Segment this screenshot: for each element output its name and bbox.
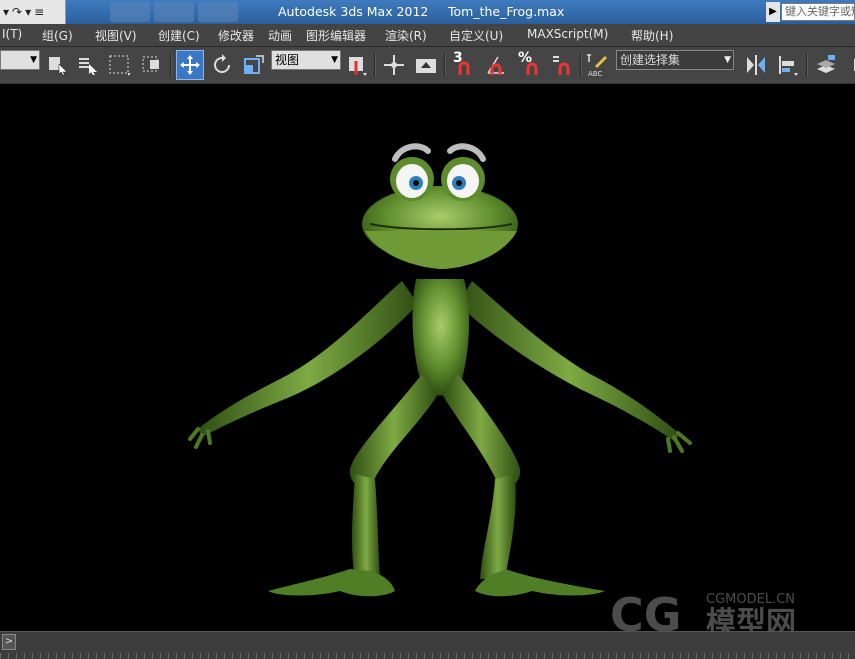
menu-animation[interactable]: 动画 [268,27,292,44]
select-and-rotate-button[interactable] [208,50,236,80]
frog-character-model [188,143,692,597]
angle-snap-icon [487,56,504,75]
pivot-center-button[interactable] [343,50,371,80]
toolbar-separator [374,53,376,77]
named-selection-value: 创建选择集 [620,53,681,67]
quick-access-toolbar: ▾ ↷ ▾ ≡ [0,0,66,24]
tab-thumbnail[interactable] [198,2,238,22]
toolbar-separator [580,53,582,77]
keyboard-shortcut-icon [416,59,436,73]
menu-help[interactable]: 帮助(H) [631,27,673,44]
move-icon [180,55,200,75]
angle-snap-button[interactable] [482,50,510,80]
menu-create[interactable]: 创建(C) [158,27,200,44]
menu-tools[interactable]: I(T) [2,27,22,41]
toolbar-separator [170,53,172,77]
rect-selection-icon [109,55,131,76]
layers-icon [817,55,835,73]
select-object-icon [49,57,68,76]
layer-manager-button[interactable] [812,50,840,80]
manipulate-icon [384,55,404,75]
menu-views[interactable]: 视图(V) [95,27,137,44]
reference-coordinate-dropdown[interactable]: 视图 ▼ [271,50,341,70]
timeline-ticks[interactable] [0,653,855,659]
menu-bar: I(T) 组(G) 视图(V) 创建(C) 修改器 动画 图形编辑器 渲染(R)… [0,24,855,47]
chevron-down-icon: ▼ [331,55,338,65]
toolbar-separator [806,53,808,77]
tab-thumbnail[interactable] [110,2,150,22]
tab-thumbnail[interactable] [154,2,194,22]
watermark-domain: CGMODEL.CN [706,592,795,607]
status-bar: > [0,631,855,659]
select-and-scale-button[interactable] [240,50,268,80]
named-selection-sets-dropdown[interactable]: 创建选择集 ▼ [616,50,734,70]
chevron-down-icon: ▼ [30,55,37,65]
menu-rendering[interactable]: 渲染(R) [385,27,427,44]
more-tools-icon [854,59,855,71]
menu-customize[interactable]: 自定义(U) [449,27,503,44]
rotate-icon [214,54,230,73]
reference-coordinate-value: 视图 [275,53,300,67]
perspective-viewport[interactable]: CG CGMODEL.CN 模型网 [0,84,855,637]
toolbar-separator [444,53,446,77]
redo-icon[interactable]: ↷ [12,5,22,19]
search-input[interactable]: 键入关键字或短语 [781,3,855,21]
chevron-down-icon: ▼ [724,55,731,65]
scale-icon [244,55,264,74]
percent-snap-button[interactable]: % [516,50,544,80]
rectangular-selection-button[interactable] [106,50,134,80]
title-bar: ▾ ↷ ▾ ≡ Autodesk 3ds Max 2012 Tom_the_Fr… [0,0,855,24]
menu-graph-editors[interactable]: 图形编辑器 [306,27,366,44]
percent-snap-label: % [518,50,533,66]
customize-icon[interactable]: ≡ [34,5,44,19]
select-object-button[interactable] [44,50,72,80]
pivot-center-icon [349,57,367,76]
select-by-name-icon [79,58,97,75]
more-tools-button[interactable] [842,50,855,80]
quick-tabs [110,0,238,24]
svg-text:ABC: ABC [588,70,602,78]
keyboard-shortcut-override-button[interactable] [412,50,440,80]
expand-panel-button[interactable]: > [2,634,16,650]
menu-modifiers[interactable]: 修改器 [218,27,254,44]
edit-named-selection-icon: ABC [587,54,607,78]
spinner-snap-icon [553,56,570,75]
mirror-button[interactable] [742,50,770,80]
file-name: Tom_the_Frog.max [448,4,565,19]
window-crossing-button[interactable] [138,50,166,80]
select-and-move-button[interactable] [176,50,204,80]
mirror-icon [747,55,765,75]
main-toolbar: ▼ 视图 ▼ 3 % ABC 创建选择集 ▼ [0,47,855,84]
search-expand-icon[interactable]: ▶ [766,2,780,22]
dropdown-arrow-icon[interactable]: ▾ [25,5,31,19]
window-crossing-icon [142,56,159,72]
edit-named-selection-button[interactable]: ABC [584,50,612,80]
app-title: Autodesk 3ds Max 2012 [278,4,429,19]
snaps-toggle-button[interactable]: 3 [450,50,478,80]
select-by-name-button[interactable] [74,50,102,80]
menu-group[interactable]: 组(G) [42,27,73,44]
select-and-manipulate-button[interactable] [380,50,408,80]
watermark-logo: CG CGMODEL.CN 模型网 [610,588,796,637]
menu-dropdown-icon[interactable]: ▾ [3,5,9,19]
align-button[interactable] [774,50,802,80]
watermark-cg: CG [610,588,682,637]
snaps-label: 3 [453,50,463,66]
spinner-snap-button[interactable] [548,50,576,80]
selection-filter-dropdown[interactable]: ▼ [0,50,40,70]
align-icon [779,56,798,76]
menu-maxscript[interactable]: MAXScript(M) [527,27,608,41]
